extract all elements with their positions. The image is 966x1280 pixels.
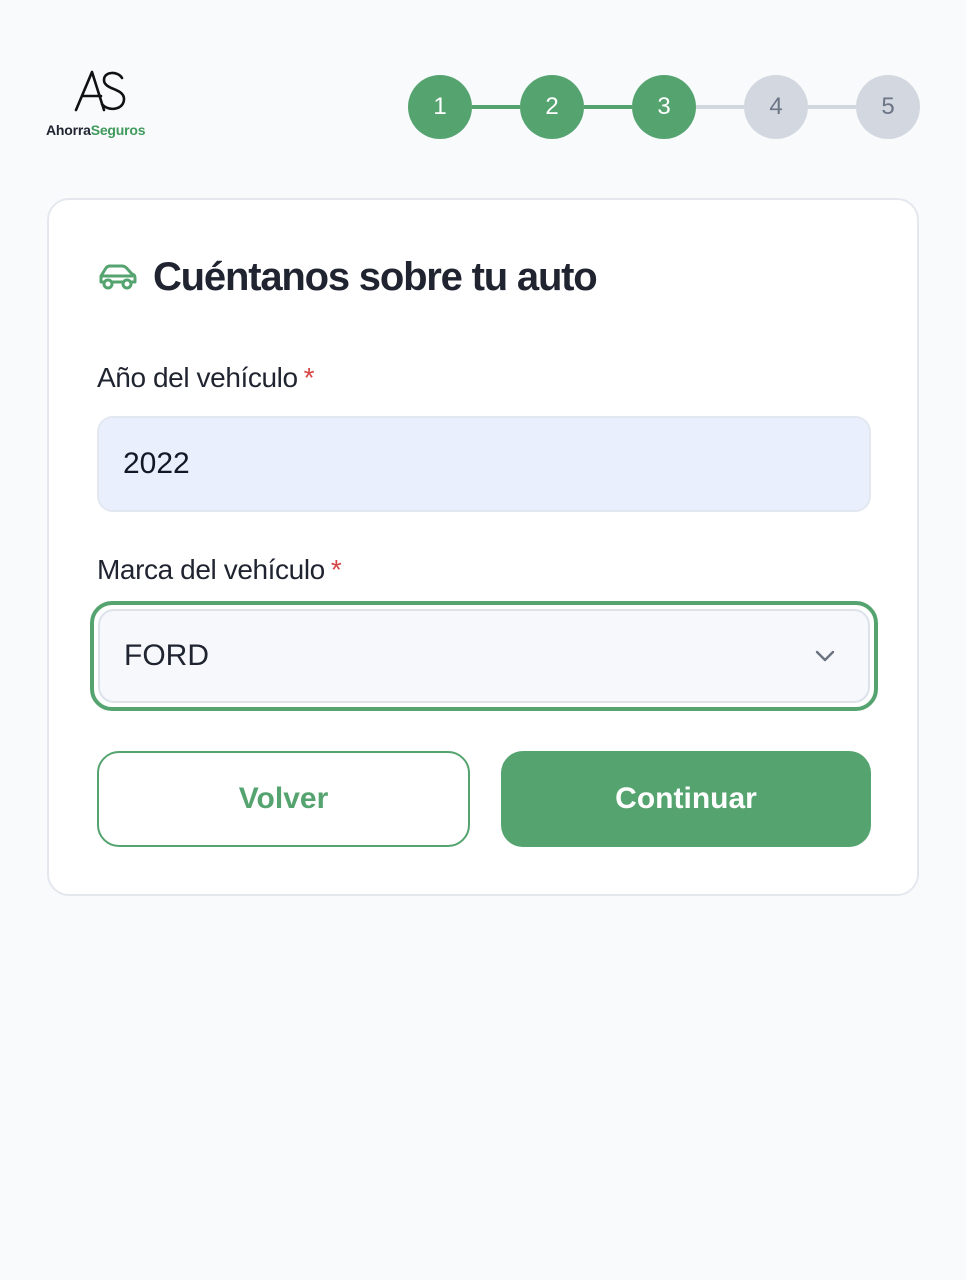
year-label: Año del vehículo * [97, 362, 315, 394]
brand-logo[interactable]: AhorraSeguros [46, 68, 156, 140]
year-label-text: Año del vehículo [97, 362, 298, 393]
brand-select-focus-ring: FORD [90, 601, 878, 711]
brand-select-value: FORD [124, 639, 209, 672]
chevron-down-icon [815, 650, 835, 662]
brand-select[interactable]: FORD [98, 609, 870, 703]
brand-label-text: Marca del vehículo [97, 554, 325, 585]
brand-name: AhorraSeguros [46, 122, 146, 138]
brand-required-mark: * [330, 554, 342, 585]
car-icon [99, 264, 137, 290]
brand-name-part2: Seguros [90, 122, 146, 138]
continue-button[interactable]: Continuar [501, 751, 871, 847]
step-2: 2 [520, 75, 584, 139]
brand-label: Marca del vehículo * [97, 554, 342, 586]
step-4: 4 [744, 75, 808, 139]
year-required-mark: * [303, 362, 315, 393]
step-connector [696, 105, 744, 109]
step-connector [808, 105, 856, 109]
step-connector [472, 105, 520, 109]
header: AhorraSeguros 1 2 3 4 5 [0, 0, 966, 180]
step-5: 5 [856, 75, 920, 139]
page-title: Cuéntanos sobre tu auto [153, 254, 598, 299]
vehicle-form-card: Cuéntanos sobre tu auto Año del vehículo… [47, 198, 919, 896]
step-3: 3 [632, 75, 696, 139]
step-connector [584, 105, 632, 109]
brand-name-part1: Ahorra [46, 122, 91, 138]
card-title: Cuéntanos sobre tu auto [97, 252, 598, 302]
year-input[interactable] [97, 416, 871, 512]
progress-stepper: 1 2 3 4 5 [408, 75, 920, 139]
step-1: 1 [408, 75, 472, 139]
back-button[interactable]: Volver [97, 751, 470, 847]
logo-mark-icon [74, 70, 126, 112]
